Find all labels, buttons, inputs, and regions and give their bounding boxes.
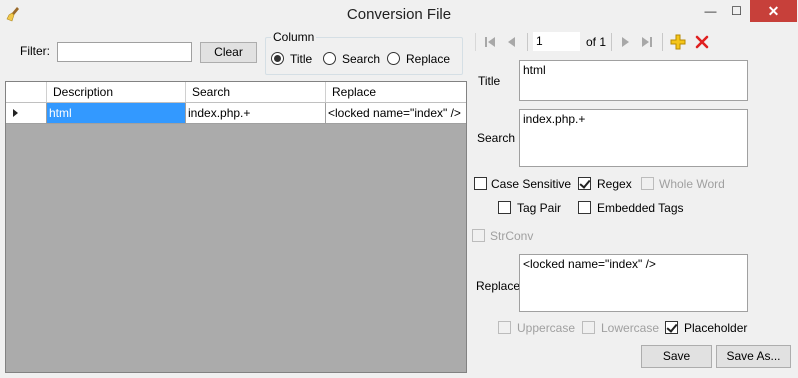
toolbar-separator (611, 33, 612, 51)
next-icon[interactable] (617, 34, 633, 50)
toolbar-separator (662, 33, 663, 51)
column-header-search[interactable]: Search (186, 82, 326, 102)
title-label: Title (478, 74, 501, 88)
column-group-title: Column (271, 30, 317, 44)
tag-pair-label: Tag Pair (517, 201, 562, 215)
embedded-tags-label: Embedded Tags (597, 201, 684, 215)
close-button[interactable]: ✕ (750, 0, 797, 22)
uppercase-label: Uppercase (517, 321, 576, 335)
regex-checkbox[interactable] (578, 177, 591, 190)
title-bar: Conversion File — ☐ ✕ (0, 0, 798, 30)
whole-word-label: Whole Word (659, 177, 725, 191)
cell-replace[interactable]: <locked name="index" /> (326, 103, 466, 123)
lowercase-checkbox (582, 321, 595, 334)
embedded-tags-checkbox[interactable] (578, 201, 591, 214)
filter-input[interactable] (57, 42, 192, 62)
maximize-button[interactable]: ☐ (722, 0, 751, 22)
toolbar-grip (475, 33, 476, 51)
previous-icon[interactable] (504, 34, 520, 50)
row-header-corner (6, 82, 47, 102)
save-button[interactable]: Save (641, 345, 712, 368)
column-header-description[interactable]: Description (47, 82, 186, 102)
replace-radio[interactable] (387, 52, 400, 65)
first-icon[interactable] (482, 34, 498, 50)
search-radio-label: Search (342, 52, 381, 66)
case-sensitive-label: Case Sensitive (491, 177, 572, 191)
record-count-label: of 1 (586, 35, 607, 49)
title-radio-label: Title (290, 52, 313, 66)
table-row[interactable]: html index.php.+ <locked name="index" /> (6, 103, 466, 124)
replace-field[interactable]: <locked name="index" /> (519, 254, 748, 312)
cell-search[interactable]: index.php.+ (186, 103, 326, 123)
cell-description[interactable]: html (47, 103, 186, 123)
replace-label: Replace (476, 279, 521, 293)
uppercase-checkbox (498, 321, 511, 334)
search-radio[interactable] (323, 52, 336, 65)
toolbar-separator (527, 33, 528, 51)
title-radio[interactable] (271, 52, 284, 65)
last-icon[interactable] (639, 34, 655, 50)
position-input[interactable]: 1 (532, 31, 581, 52)
lowercase-label: Lowercase (601, 321, 660, 335)
current-row-icon (13, 109, 18, 117)
title-field[interactable]: html (519, 60, 748, 101)
grid-header: Description Search Replace (6, 82, 466, 103)
strconv-checkbox (472, 229, 485, 242)
replace-radio-label: Replace (406, 52, 451, 66)
add-icon[interactable] (670, 34, 686, 50)
tag-pair-checkbox[interactable] (498, 201, 511, 214)
clear-button[interactable]: Clear (200, 42, 257, 63)
column-header-replace[interactable]: Replace (326, 82, 466, 102)
navigator-toolbar: 1 of 1 (472, 30, 794, 54)
placeholder-checkbox[interactable] (665, 321, 678, 334)
regex-label: Regex (597, 177, 632, 191)
search-field[interactable]: index.php.+ (519, 109, 748, 167)
placeholder-label: Placeholder (684, 321, 748, 335)
window-title: Conversion File (346, 6, 452, 23)
row-header[interactable] (6, 103, 47, 123)
case-sensitive-checkbox[interactable] (474, 177, 487, 190)
filter-label: Filter: (20, 44, 50, 58)
minimize-button[interactable]: — (696, 0, 725, 22)
conversion-grid[interactable]: Description Search Replace html index.ph… (5, 81, 467, 373)
save-as-button[interactable]: Save As... (716, 345, 791, 368)
search-label: Search (477, 131, 516, 145)
delete-icon[interactable] (694, 34, 710, 50)
strconv-label: StrConv (490, 229, 534, 243)
whole-word-checkbox (641, 177, 654, 190)
